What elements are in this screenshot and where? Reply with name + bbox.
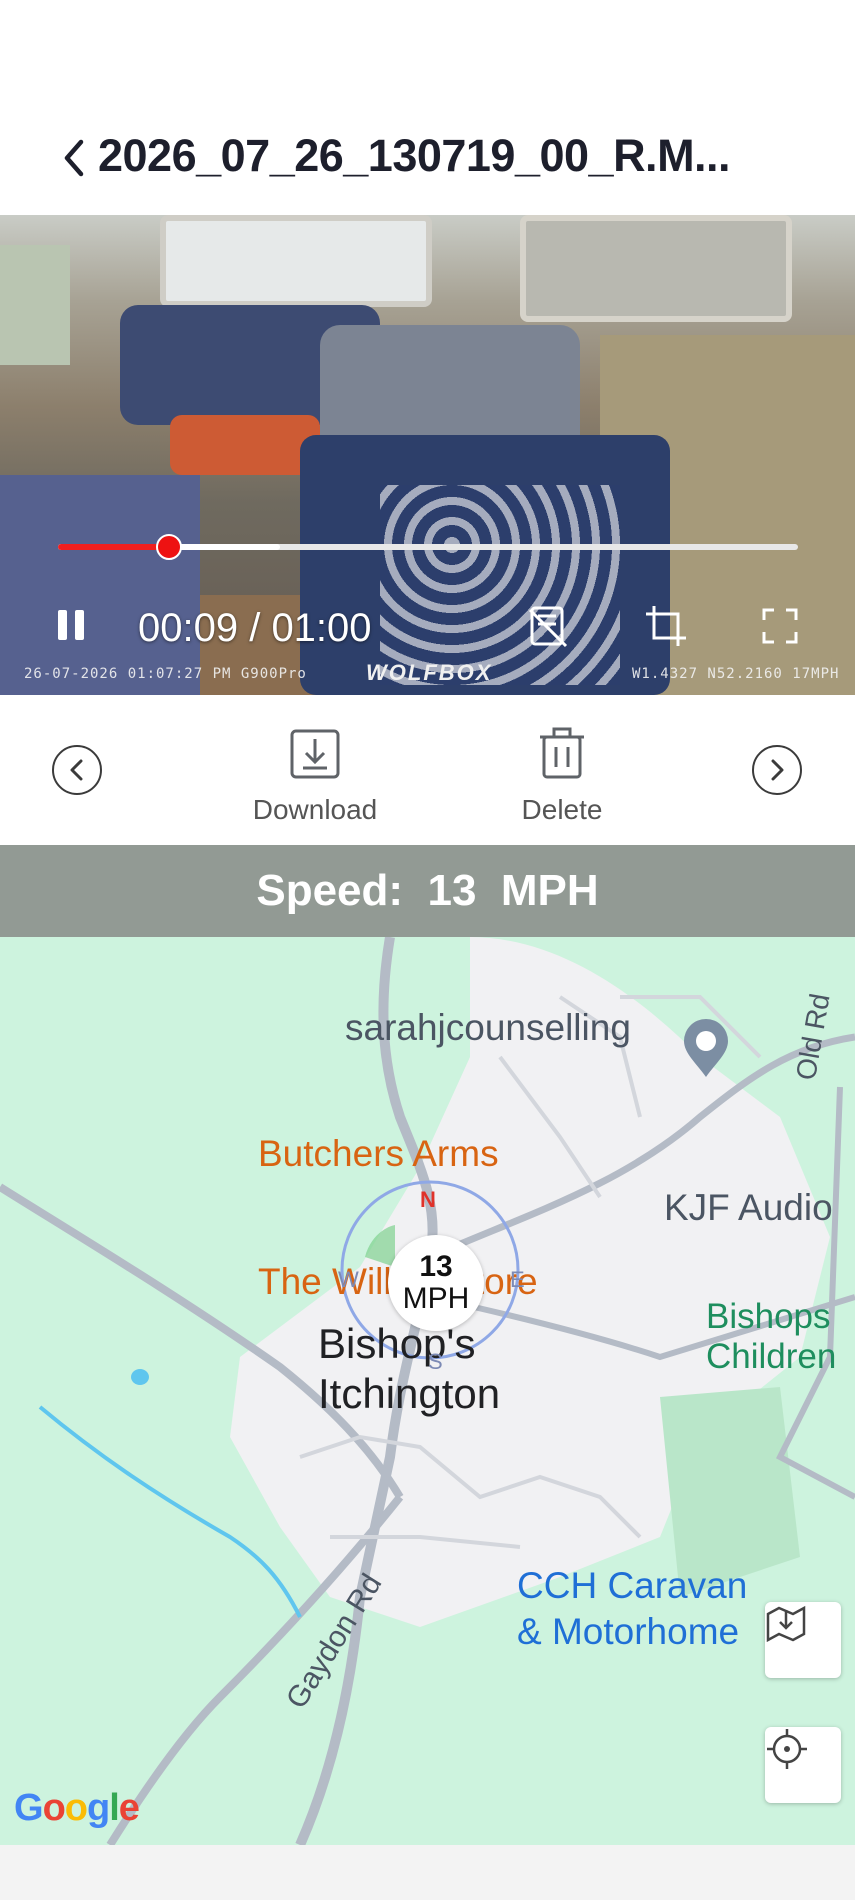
speed-marker: 13 MPH <box>388 1235 484 1331</box>
download-button[interactable]: Download <box>240 725 390 826</box>
place-label[interactable]: CCH Caravan <box>517 1565 747 1607</box>
place-label[interactable]: & Motorhome <box>517 1611 739 1653</box>
google-logo: Google <box>14 1787 140 1829</box>
no-sound-icon <box>528 606 568 648</box>
next-button[interactable] <box>752 745 802 795</box>
brand-watermark: WOLFBOX <box>366 660 493 685</box>
bottom-bar <box>0 1845 855 1900</box>
crop-button[interactable] <box>642 602 690 650</box>
chevron-left-icon <box>70 759 83 781</box>
pause-button[interactable] <box>58 610 88 644</box>
progress-knob[interactable] <box>156 534 182 560</box>
video-frame-detail <box>160 215 432 307</box>
video-frame-detail <box>0 475 200 695</box>
map-pin-icon[interactable] <box>680 1019 732 1079</box>
video-frame-detail <box>170 415 320 475</box>
page-title: 2026_07_26_130719_00_R.M... <box>98 130 731 181</box>
town-label: Itchington <box>318 1370 501 1417</box>
fullscreen-button[interactable] <box>756 602 804 650</box>
crop-icon <box>646 606 686 646</box>
back-button[interactable] <box>58 136 88 180</box>
delete-button[interactable]: Delete <box>487 725 637 826</box>
map-download-icon <box>766 1605 806 1642</box>
progress-slider[interactable] <box>58 534 798 560</box>
speed-banner: Speed: 13 MPH <box>0 845 855 937</box>
map-view[interactable]: sarahjcounselling Butchers Arms KJF Audi… <box>0 937 855 1845</box>
progress-fill <box>58 544 169 550</box>
map-download-button[interactable] <box>765 1602 841 1678</box>
playback-time: 00:09 / 01:00 <box>138 606 372 650</box>
video-frame-detail <box>0 245 70 365</box>
place-label[interactable]: Butchers Arms <box>258 1133 499 1175</box>
speed-marker-value: 13 <box>419 1250 453 1283</box>
pause-icon <box>58 610 67 640</box>
header: 2026_07_26_130719_00_R.M... <box>0 0 855 215</box>
download-label: Download <box>252 794 378 825</box>
place-label[interactable]: sarahjcounselling <box>345 1007 631 1049</box>
place-label[interactable]: Bishops <box>706 1297 831 1337</box>
video-frame-detail <box>380 485 620 685</box>
video-player[interactable] <box>0 215 855 695</box>
download-icon <box>290 729 340 779</box>
delete-label: Delete <box>521 794 603 825</box>
previous-button[interactable] <box>52 745 102 795</box>
place-label[interactable]: KJF Audio <box>664 1187 833 1229</box>
trash-icon <box>540 727 584 779</box>
speed-marker-unit: MPH <box>402 1282 470 1315</box>
action-bar: Download Delete <box>0 695 855 845</box>
compass-west: W <box>338 1267 359 1292</box>
compass-north: N <box>420 1187 436 1212</box>
gps-overlay: W1.4327 N52.2160 17MPH <box>632 666 840 682</box>
chevron-left-icon <box>64 139 84 177</box>
my-location-button[interactable] <box>765 1727 841 1803</box>
place-label[interactable]: Children <box>706 1337 836 1377</box>
compass-south: S <box>428 1349 443 1374</box>
crosshair-icon <box>767 1729 807 1769</box>
video-timestamp-overlay: 26-07-2026 01:07:27 PM G900Pro <box>24 666 307 682</box>
compass-east: E <box>510 1267 525 1292</box>
chevron-right-icon <box>771 759 784 781</box>
fullscreen-icon <box>762 608 798 644</box>
mute-button[interactable] <box>524 602 572 650</box>
pause-icon <box>75 610 84 640</box>
speed-text: Speed: 13 MPH <box>256 866 599 915</box>
video-frame-detail <box>520 215 792 322</box>
